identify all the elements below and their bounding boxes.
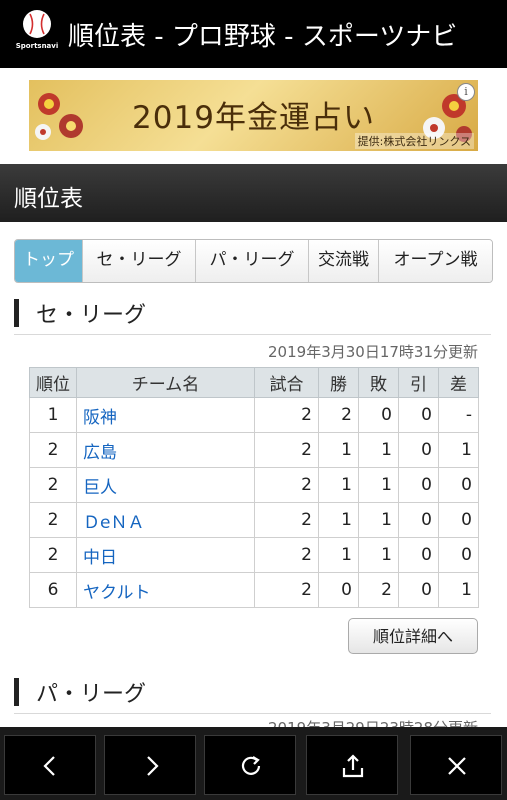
wins-cell: 1	[318, 467, 359, 503]
share-button[interactable]	[306, 735, 398, 795]
pacific-league-title: パ・リーグ	[36, 682, 147, 707]
team-link[interactable]: ＤeＮＡ	[76, 502, 255, 538]
ad-info-icon[interactable]: i	[457, 83, 475, 101]
games-cell: 2	[254, 432, 319, 468]
central-updated-time: 2019年3月30日17時31分更新	[268, 343, 478, 361]
rank-cell: 2	[29, 432, 77, 468]
central-standings-table: 順位 チーム名 試合 勝 敗 引 差 1 阪神 2 2 0 0 - 2 広島 2…	[29, 367, 479, 608]
tab-top[interactable]: トップ	[15, 240, 82, 282]
wins-cell: 1	[318, 502, 359, 538]
games-behind-cell: 1	[438, 432, 479, 468]
column-header: 引	[398, 367, 439, 398]
wins-cell: 1	[318, 432, 359, 468]
reload-icon	[241, 756, 261, 775]
draws-cell: 0	[398, 502, 439, 538]
page-title: 順位表 - プロ野球 - スポーツナビ	[68, 22, 458, 52]
losses-cell: 1	[358, 467, 399, 503]
team-link[interactable]: 中日	[76, 537, 255, 573]
games-cell: 2	[254, 537, 319, 573]
column-header: 勝	[318, 367, 359, 398]
tab-central-league[interactable]: セ・リーグ	[82, 240, 195, 282]
games-behind-cell: 0	[438, 467, 479, 503]
divider	[14, 713, 491, 714]
team-link[interactable]: 阪神	[76, 397, 255, 433]
rank-cell: 1	[29, 397, 77, 433]
column-header: 差	[438, 367, 479, 398]
title-bar: Sportsnavi 順位表 - プロ野球 - スポーツナビ	[0, 0, 507, 68]
close-button[interactable]	[410, 735, 502, 795]
share-icon	[342, 754, 364, 778]
table-row: 1 阪神 2 2 0 0 -	[29, 397, 479, 433]
wins-cell: 0	[318, 572, 359, 608]
games-behind-cell: 0	[438, 537, 479, 573]
ad-credit: 提供:株式会社リンクス	[354, 133, 474, 149]
back-button[interactable]	[4, 735, 96, 795]
heading-bar	[14, 678, 19, 706]
games-cell: 2	[254, 397, 319, 433]
draws-cell: 0	[398, 537, 439, 573]
wins-cell: 2	[318, 397, 359, 433]
reload-button[interactable]	[204, 735, 296, 795]
logo-text: Sportsnavi	[15, 42, 59, 50]
wins-cell: 1	[318, 537, 359, 573]
column-header: 試合	[254, 367, 319, 398]
losses-cell: 1	[358, 502, 399, 538]
rank-cell: 6	[29, 572, 77, 608]
games-cell: 2	[254, 572, 319, 608]
draws-cell: 0	[398, 572, 439, 608]
standings-detail-button[interactable]: 順位詳細へ	[348, 618, 478, 654]
table-row: 2 ＤeＮＡ 2 1 1 0 0	[29, 502, 479, 538]
section-header: 順位表	[0, 164, 507, 222]
browser-toolbar	[0, 727, 507, 800]
losses-cell: 1	[358, 432, 399, 468]
tab-open-games[interactable]: オープン戦	[378, 240, 492, 282]
section-header-title: 順位表	[14, 186, 83, 212]
team-link[interactable]: 巨人	[76, 467, 255, 503]
ad-banner[interactable]: 2019年金運占い i 提供:株式会社リンクス	[29, 80, 478, 151]
league-tabs: トップ セ・リーグ パ・リーグ 交流戦 オープン戦	[14, 239, 493, 283]
tab-pacific-league[interactable]: パ・リーグ	[195, 240, 308, 282]
forward-icon	[147, 756, 159, 776]
rank-cell: 2	[29, 537, 77, 573]
draws-cell: 0	[398, 467, 439, 503]
sportsnavi-logo: Sportsnavi	[14, 10, 60, 56]
rank-cell: 2	[29, 502, 77, 538]
central-league-title: セ・リーグ	[36, 303, 147, 328]
forward-button[interactable]	[104, 735, 196, 795]
column-header: 敗	[358, 367, 399, 398]
divider	[14, 334, 491, 335]
heading-bar	[14, 299, 19, 327]
table-row: 6 ヤクルト 2 0 2 0 1	[29, 572, 479, 608]
games-behind-cell: 0	[438, 502, 479, 538]
games-behind-cell: -	[438, 397, 479, 433]
team-link[interactable]: ヤクルト	[76, 572, 255, 608]
games-cell: 2	[254, 467, 319, 503]
tab-interleague[interactable]: 交流戦	[308, 240, 378, 282]
back-icon	[43, 756, 55, 776]
losses-cell: 1	[358, 537, 399, 573]
column-header: 順位	[29, 367, 77, 398]
column-header: チーム名	[76, 367, 255, 398]
losses-cell: 2	[358, 572, 399, 608]
games-behind-cell: 1	[438, 572, 479, 608]
table-row: 2 広島 2 1 1 0 1	[29, 432, 479, 468]
baseball-icon	[23, 10, 51, 38]
close-icon	[448, 757, 466, 775]
table-row: 2 巨人 2 1 1 0 0	[29, 467, 479, 503]
rank-cell: 2	[29, 467, 77, 503]
table-row: 2 中日 2 1 1 0 0	[29, 537, 479, 573]
draws-cell: 0	[398, 397, 439, 433]
games-cell: 2	[254, 502, 319, 538]
team-link[interactable]: 広島	[76, 432, 255, 468]
table-header-row: 順位 チーム名 試合 勝 敗 引 差	[29, 367, 479, 398]
losses-cell: 0	[358, 397, 399, 433]
draws-cell: 0	[398, 432, 439, 468]
